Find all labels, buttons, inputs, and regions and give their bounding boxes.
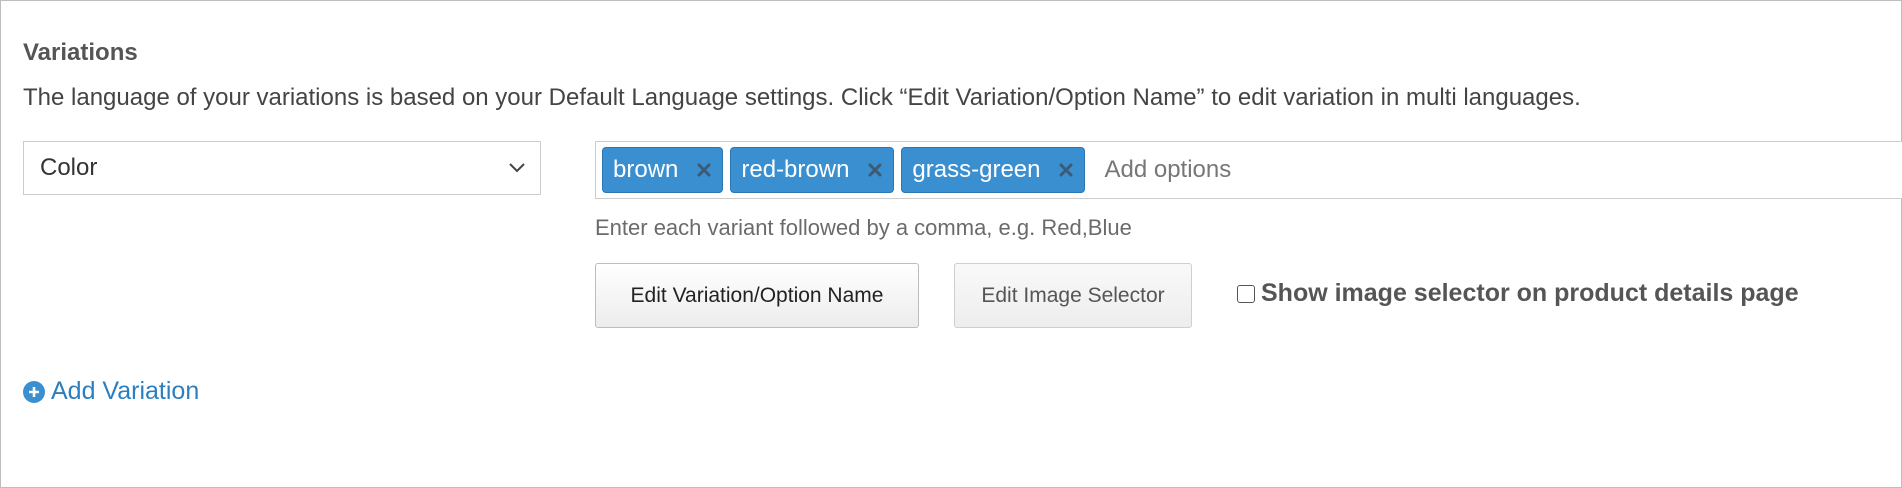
section-description: The language of your variations is based… <box>23 84 1581 111</box>
image-selector-option: Show image selector on product details p… <box>1237 279 1799 308</box>
chevron-down-icon <box>506 157 528 179</box>
option-tag: grass-green <box>901 147 1086 193</box>
options-help-text: Enter each variant followed by a comma, … <box>595 215 1132 240</box>
show-image-selector-label[interactable]: Show image selector on product details p… <box>1261 279 1799 308</box>
add-options-input[interactable] <box>1102 155 1407 185</box>
plus-circle-icon <box>23 380 45 403</box>
edit-image-selector-button[interactable]: Edit Image Selector <box>954 263 1192 328</box>
edit-variation-name-button[interactable]: Edit Variation/Option Name <box>595 263 919 328</box>
options-tag-input[interactable]: brown red-brown grass-green <box>595 141 1902 199</box>
variation-type-value: Color <box>40 154 98 181</box>
section-title: Variations <box>23 39 138 66</box>
variation-type-select[interactable]: Color <box>23 141 541 195</box>
show-image-selector-checkbox[interactable] <box>1237 284 1255 303</box>
variations-panel: Variations The language of your variatio… <box>0 0 1902 488</box>
add-variation-link[interactable]: Add Variation <box>23 377 199 406</box>
add-variation-label: Add Variation <box>51 377 200 405</box>
remove-tag-icon[interactable] <box>867 162 883 178</box>
option-tag-label: red-brown <box>741 156 850 183</box>
option-tag-label: grass-green <box>912 156 1041 183</box>
option-tag: brown <box>602 147 724 193</box>
remove-tag-icon[interactable] <box>696 162 712 178</box>
remove-tag-icon[interactable] <box>1058 162 1074 178</box>
option-tag-label: brown <box>613 156 679 183</box>
option-tag: red-brown <box>730 147 895 193</box>
